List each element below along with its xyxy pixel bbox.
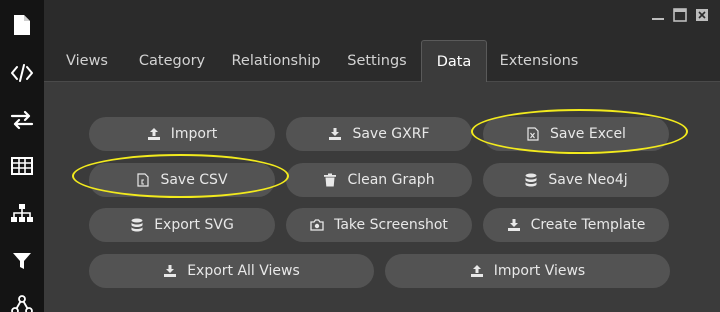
- save-excel-button[interactable]: Save Excel: [483, 117, 669, 151]
- clean-graph-button[interactable]: Clean Graph: [286, 163, 472, 197]
- take-screenshot-button-label: Take Screenshot: [334, 217, 448, 233]
- tab-category[interactable]: Category: [132, 40, 212, 82]
- create-template-button-label: Create Template: [530, 217, 646, 233]
- maximize-window-button[interactable]: [672, 7, 688, 26]
- minimize-icon: [651, 7, 665, 26]
- tab-extensions[interactable]: Extensions: [494, 40, 584, 82]
- save-csv-button-label: Save CSV: [160, 172, 228, 188]
- tab-bar: Views Category Relationship Settings Dat…: [44, 40, 720, 83]
- swap-arrows-icon[interactable]: [9, 107, 35, 133]
- document-icon[interactable]: [9, 12, 35, 38]
- import-button-label: Import: [170, 126, 218, 142]
- export-svg-button-label: Export SVG: [154, 217, 234, 233]
- export-all-views-button-label: Export All Views: [187, 263, 300, 279]
- close-icon: [695, 7, 709, 26]
- close-window-button[interactable]: [694, 8, 710, 24]
- hierarchy-icon[interactable]: [9, 200, 35, 226]
- maximize-icon: [673, 7, 687, 26]
- save-csv-button[interactable]: Save CSV: [89, 163, 275, 197]
- create-template-button[interactable]: Create Template: [483, 208, 669, 242]
- save-excel-button-label: Save Excel: [550, 126, 626, 142]
- database-icon: [130, 218, 144, 232]
- upload-icon: [147, 127, 161, 141]
- data-tab-content: Import Save GXRF Save Excel Save CSV Cle…: [44, 82, 720, 312]
- left-toolbar: [0, 0, 44, 312]
- import-views-button-label: Import Views: [493, 263, 586, 279]
- tab-data[interactable]: Data: [421, 40, 487, 83]
- csv-file-icon: [136, 173, 150, 187]
- tab-views[interactable]: Views: [54, 40, 120, 82]
- table-icon[interactable]: [9, 153, 35, 179]
- export-all-views-button[interactable]: Export All Views: [89, 254, 374, 288]
- code-icon[interactable]: [9, 60, 35, 86]
- download-icon: [328, 127, 342, 141]
- save-neo4j-button[interactable]: Save Neo4j: [483, 163, 669, 197]
- export-svg-button[interactable]: Export SVG: [89, 208, 275, 242]
- database-icon: [524, 173, 538, 187]
- filter-icon[interactable]: [9, 248, 35, 274]
- minimize-window-button[interactable]: [650, 8, 666, 24]
- tab-relationship[interactable]: Relationship: [226, 40, 326, 82]
- save-gxrf-button[interactable]: Save GXRF: [286, 117, 472, 151]
- network-icon[interactable]: [9, 292, 35, 312]
- tab-settings[interactable]: Settings: [340, 40, 414, 82]
- save-gxrf-button-label: Save GXRF: [352, 126, 430, 142]
- camera-icon: [310, 218, 324, 232]
- trash-icon: [323, 173, 337, 187]
- excel-file-icon: [526, 127, 540, 141]
- take-screenshot-button[interactable]: Take Screenshot: [286, 208, 472, 242]
- upload-icon: [470, 264, 484, 278]
- window-controls: [650, 7, 710, 26]
- download-icon: [507, 218, 521, 232]
- import-button[interactable]: Import: [89, 117, 275, 151]
- clean-graph-button-label: Clean Graph: [347, 172, 435, 188]
- download-icon: [163, 264, 177, 278]
- save-neo4j-button-label: Save Neo4j: [548, 172, 628, 188]
- main-panel: Views Category Relationship Settings Dat…: [44, 0, 720, 312]
- import-views-button[interactable]: Import Views: [385, 254, 670, 288]
